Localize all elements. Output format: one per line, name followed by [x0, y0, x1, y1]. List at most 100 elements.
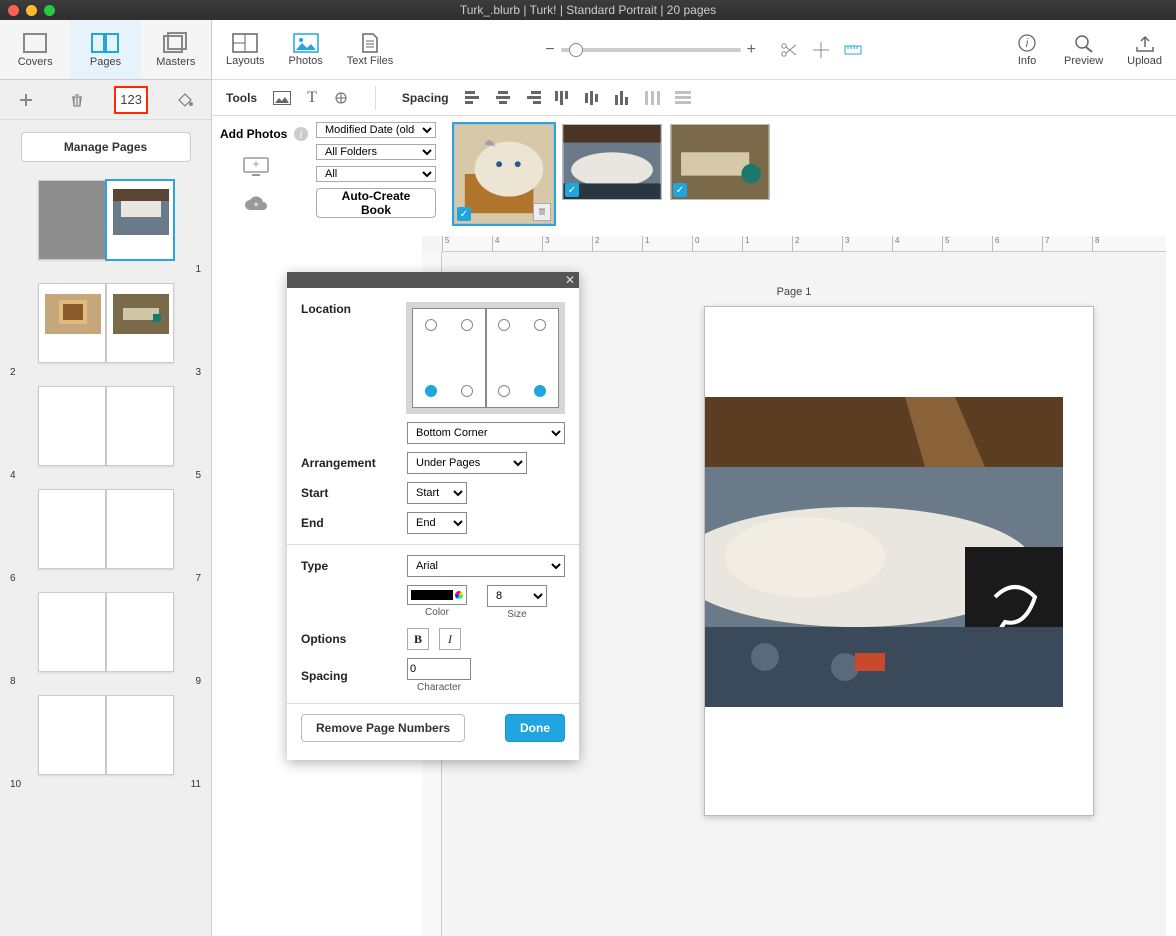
- scissors-icon[interactable]: [780, 41, 798, 59]
- page-thumb-11[interactable]: [106, 695, 174, 775]
- type-label: Type: [301, 559, 397, 573]
- page-thumb-6[interactable]: [38, 489, 106, 569]
- svg-text:+: +: [252, 157, 259, 171]
- check-icon: [673, 183, 687, 197]
- location-radio[interactable]: [461, 319, 473, 331]
- layouts-icon: [232, 33, 258, 53]
- filter-select[interactable]: All: [316, 166, 436, 182]
- canvas-page[interactable]: [704, 306, 1094, 816]
- page-thumb-2[interactable]: [38, 283, 106, 363]
- page-thumb-10[interactable]: [38, 695, 106, 775]
- sort-select[interactable]: Modified Date (oldest first): [316, 122, 436, 138]
- page-thumb-1[interactable]: [106, 180, 174, 260]
- page-thumb-8[interactable]: [38, 592, 106, 672]
- ruler-icon[interactable]: [844, 41, 862, 59]
- add-photos-label: Add Photos: [220, 127, 287, 141]
- distribute-h-icon[interactable]: [645, 91, 661, 105]
- covers-icon: [21, 32, 49, 54]
- svg-text:i: i: [1026, 36, 1029, 50]
- auto-create-book-button[interactable]: Auto-Create Book: [316, 188, 436, 218]
- dialog-close-icon[interactable]: ✕: [565, 272, 575, 288]
- location-radio[interactable]: [534, 319, 546, 331]
- location-radio[interactable]: [498, 319, 510, 331]
- manage-pages-button[interactable]: Manage Pages: [21, 132, 191, 162]
- source-cloud-icon[interactable]: +: [243, 194, 269, 214]
- photo-thumb-3[interactable]: [670, 124, 770, 200]
- spacing-label: Spacing: [402, 91, 449, 105]
- info-icon: i: [1014, 33, 1040, 53]
- color-picker[interactable]: [407, 585, 467, 605]
- preview-icon: [1071, 33, 1097, 53]
- tab-masters[interactable]: Masters: [141, 20, 211, 79]
- page-thumb-3[interactable]: [106, 283, 174, 363]
- end-label: End: [301, 516, 397, 530]
- tab-layouts[interactable]: Layouts: [226, 33, 265, 67]
- image-tool-icon[interactable]: [273, 91, 291, 105]
- location-select[interactable]: Bottom Corner: [407, 422, 565, 444]
- spacing-label-modal: Spacing: [301, 669, 397, 683]
- window-title: Turk_.blurb | Turk! | Standard Portrait …: [0, 3, 1176, 17]
- fill-bucket-button[interactable]: [171, 88, 199, 112]
- align-center-icon[interactable]: [495, 91, 511, 105]
- font-select[interactable]: Arial: [407, 555, 565, 577]
- align-bottom-icon[interactable]: [615, 91, 631, 105]
- trash-icon[interactable]: [533, 203, 551, 221]
- svg-text:+: +: [253, 200, 259, 211]
- check-icon: [565, 183, 579, 197]
- cover-thumb[interactable]: [38, 180, 106, 260]
- size-select[interactable]: 8: [487, 585, 547, 607]
- location-radio[interactable]: [534, 385, 546, 397]
- source-computer-icon[interactable]: +: [242, 156, 270, 178]
- align-right-icon[interactable]: [525, 91, 541, 105]
- tab-pages[interactable]: Pages: [70, 20, 140, 79]
- masters-icon: [162, 32, 190, 54]
- preview-button[interactable]: Preview: [1064, 33, 1103, 67]
- distribute-v-icon[interactable]: [675, 91, 691, 105]
- left-tabs: Covers Pages Masters: [0, 20, 211, 80]
- ruler-horizontal: 54321012345678: [442, 236, 1166, 252]
- grid-icon[interactable]: [812, 41, 830, 59]
- page-thumb-7[interactable]: [106, 489, 174, 569]
- photo-thumb-1[interactable]: [454, 124, 554, 224]
- photo-thumb-2[interactable]: [562, 124, 662, 200]
- page-thumb-5[interactable]: [106, 386, 174, 466]
- start-label: Start: [301, 486, 397, 500]
- page-thumb-9[interactable]: [106, 592, 174, 672]
- location-radio[interactable]: [425, 319, 437, 331]
- location-radio[interactable]: [425, 385, 437, 397]
- zoom-slider[interactable]: − +: [545, 41, 756, 59]
- upload-button[interactable]: Upload: [1127, 33, 1162, 67]
- add-page-button[interactable]: [12, 88, 40, 112]
- check-icon: [457, 207, 471, 221]
- bold-button[interactable]: B: [407, 628, 429, 650]
- remove-page-numbers-button[interactable]: Remove Page Numbers: [301, 714, 465, 742]
- tab-text[interactable]: Text Files: [347, 33, 393, 67]
- pages-icon: [91, 32, 119, 54]
- arrangement-label: Arrangement: [301, 456, 397, 470]
- view-options: [780, 41, 862, 59]
- start-select[interactable]: Start: [407, 482, 467, 504]
- upload-icon: [1132, 33, 1158, 53]
- info-small-icon[interactable]: i: [293, 126, 309, 142]
- text-files-icon: [357, 33, 383, 53]
- folder-select[interactable]: All Folders: [316, 144, 436, 160]
- align-middle-icon[interactable]: [585, 91, 601, 105]
- text-tool-icon[interactable]: T: [307, 89, 317, 107]
- done-button[interactable]: Done: [505, 714, 565, 742]
- tab-photos[interactable]: Photos: [289, 33, 323, 67]
- align-top-icon[interactable]: [555, 91, 571, 105]
- spacing-input[interactable]: [407, 658, 471, 680]
- page-thumb-4[interactable]: [38, 386, 106, 466]
- arrangement-select[interactable]: Under Pages: [407, 452, 527, 474]
- location-radio[interactable]: [461, 385, 473, 397]
- tab-covers[interactable]: Covers: [0, 20, 70, 79]
- italic-button[interactable]: I: [439, 628, 461, 650]
- delete-page-button[interactable]: [63, 88, 91, 112]
- page-thumbnails: 1 23 45 67 89 1011: [0, 172, 211, 936]
- align-left-icon[interactable]: [465, 91, 481, 105]
- end-select[interactable]: End: [407, 512, 467, 534]
- location-radio[interactable]: [498, 385, 510, 397]
- page-number-tool[interactable]: 123: [114, 86, 148, 114]
- stamp-tool-icon[interactable]: [333, 90, 349, 106]
- info-button[interactable]: iInfo: [1014, 33, 1040, 67]
